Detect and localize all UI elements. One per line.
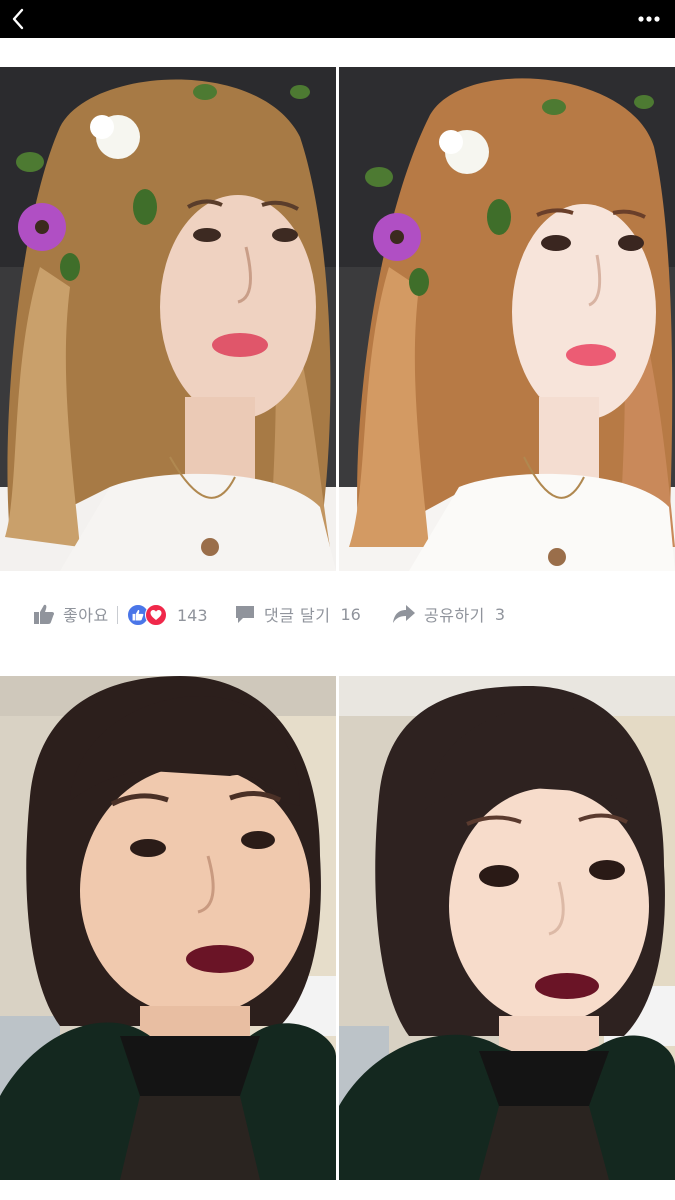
more-dots-icon: [638, 16, 660, 22]
action-divider: [117, 606, 118, 624]
back-button[interactable]: [4, 4, 32, 34]
portrait-image: [339, 676, 675, 1180]
reactions-summary[interactable]: 143: [127, 604, 208, 626]
photo-bottom-left[interactable]: [0, 676, 336, 1180]
top-bar: [0, 0, 675, 38]
chevron-left-icon: [12, 8, 24, 30]
photo-bottom-right[interactable]: [339, 676, 675, 1180]
photo-top-right[interactable]: [339, 67, 675, 571]
like-button[interactable]: 좋아요: [33, 602, 109, 626]
photo-top-left[interactable]: [0, 67, 336, 571]
more-button[interactable]: [631, 4, 667, 34]
thumbs-up-icon: [34, 604, 54, 624]
share-label: 공유하기: [424, 606, 485, 625]
love-reaction-icon: [145, 604, 167, 626]
portrait-image: [0, 676, 336, 1180]
share-icon: [393, 605, 415, 623]
action-bar: 좋아요 143 댓글 달기 16 공유하기 3: [0, 590, 675, 640]
comment-icon: [236, 606, 254, 623]
like-label: 좋아요: [63, 606, 109, 625]
comment-count: 16: [340, 604, 361, 624]
share-count: 3: [494, 604, 506, 624]
portrait-image: [0, 67, 336, 571]
comment-label: 댓글 달기: [264, 606, 331, 625]
reaction-count: 143: [177, 605, 208, 625]
comment-button[interactable]: 댓글 달기 16: [234, 602, 361, 626]
share-button[interactable]: 공유하기 3: [392, 602, 505, 626]
portrait-image: [339, 67, 675, 571]
